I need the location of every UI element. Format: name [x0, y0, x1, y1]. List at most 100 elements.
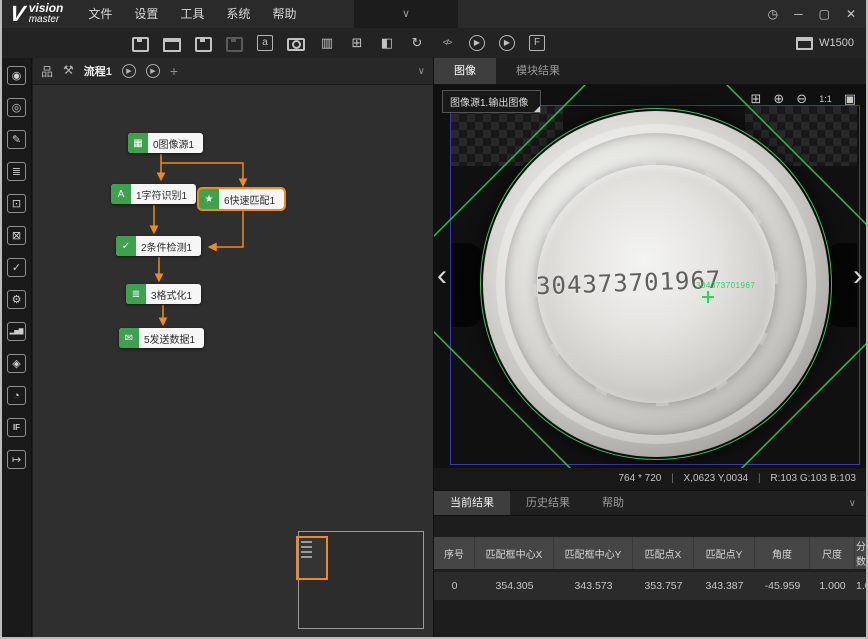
- recognition-result-overlay: 304373701967: [696, 281, 755, 290]
- save-as-icon[interactable]: [195, 37, 212, 52]
- panel-toggle-icon[interactable]: ◧: [379, 35, 395, 51]
- condition-check-icon: ✓: [116, 236, 136, 256]
- flow-node-n6[interactable]: ★ 6快速匹配1: [199, 189, 284, 209]
- column-view-icon[interactable]: ▥: [319, 35, 335, 51]
- tool-settings-icon[interactable]: ⚙: [7, 290, 26, 309]
- check-module-icon[interactable]: ✓: [7, 258, 26, 277]
- table-cell: 1.000: [810, 572, 855, 600]
- workspace-button[interactable]: W1500: [796, 28, 854, 58]
- toolbar: a ▥ ⊞ ◧ ↻ </> ▶ ▶ F W1500: [2, 28, 866, 59]
- window-controls: ◷ ─ ▢ ✕: [768, 0, 856, 28]
- tab-图像[interactable]: 图像: [434, 58, 496, 84]
- tab-模块结果[interactable]: 模块结果: [496, 58, 580, 84]
- table-cell: 343.387: [694, 572, 755, 600]
- table-cell: 354.305: [475, 572, 554, 600]
- run-once-icon[interactable]: ▶: [499, 35, 515, 51]
- menu-item[interactable]: 设置: [123, 0, 169, 28]
- layout-view-icon[interactable]: ⊞: [349, 35, 365, 51]
- close-icon[interactable]: ✕: [846, 7, 856, 21]
- flow-canvas[interactable]: ▦0图像源1 A1字符识别1★ 6快速匹配1 ✓ 2条件检测1 ≣3格式化1 ✉5发送数据1: [33, 85, 433, 637]
- zoom-out-icon[interactable]: ⊖: [796, 91, 807, 107]
- column-header: 匹配框中心X: [475, 537, 554, 569]
- fullscreen-icon[interactable]: ▣: [844, 91, 856, 107]
- one-to-one-icon[interactable]: 1:1: [819, 91, 832, 107]
- flow-tab[interactable]: 流程1: [84, 63, 112, 79]
- fast-match-icon: ★: [199, 189, 219, 209]
- app-logo: V vision master: [10, 1, 63, 27]
- image-status-bar: 764 * 720 | X,0623 Y,0034 | R:103 G:103 …: [434, 468, 866, 490]
- results-tabs: 当前结果历史结果帮助 ∨: [434, 490, 866, 516]
- timer-module-icon[interactable]: ◔: [7, 386, 26, 405]
- results-tab-帮助[interactable]: 帮助: [586, 491, 640, 515]
- titlebar: V vision master 文件设置工具系统帮助 ∨ ◷ ─ ▢ ✕: [2, 0, 866, 28]
- flow-toolbar: 品 ⚒ 流程1 ▶ ▶ + ∨: [33, 58, 433, 85]
- flow-toolbar-right: ▶ ▶ +: [122, 63, 178, 79]
- logo-v-icon: V: [8, 1, 26, 27]
- fit-view-icon[interactable]: ⊞: [750, 91, 761, 107]
- script-icon[interactable]: </>: [439, 35, 455, 51]
- image-edit-icon[interactable]: ✎: [7, 130, 26, 149]
- save-icon[interactable]: [132, 37, 149, 52]
- flow-node-n0[interactable]: ▦0图像源1: [128, 133, 203, 153]
- chart-module-icon[interactable]: ▂▅▇: [7, 322, 26, 341]
- sync-icon[interactable]: ◷: [768, 7, 778, 21]
- flow-minimap[interactable]: [298, 531, 424, 629]
- wrench-icon[interactable]: ⚒: [63, 63, 74, 80]
- flow-node-n5[interactable]: ✉5发送数据1: [119, 328, 204, 348]
- menu-item[interactable]: 帮助: [261, 0, 307, 28]
- menu-item[interactable]: 文件: [77, 0, 123, 28]
- node-label: 2条件检测1: [141, 239, 192, 254]
- camera-source-icon[interactable]: ◉: [7, 66, 26, 85]
- image-canvas[interactable]: 304373701967 304373701967 ‹ › 图像源1.输出图像 …: [434, 85, 866, 468]
- separator: |: [758, 473, 761, 484]
- menu-item[interactable]: 系统: [215, 0, 261, 28]
- camera-icon[interactable]: [287, 38, 305, 51]
- image-source-selector[interactable]: 图像源1.输出图像: [442, 90, 541, 113]
- refresh-icon[interactable]: ↻: [409, 35, 425, 51]
- run-icon[interactable]: ▶: [469, 35, 485, 51]
- table-cell: 343.573: [554, 572, 633, 600]
- save-disabled-icon[interactable]: [226, 37, 243, 52]
- column-header: 匹配框中心Y: [554, 537, 633, 569]
- if-module-icon[interactable]: IF: [7, 418, 26, 437]
- results-tab-当前结果[interactable]: 当前结果: [434, 491, 510, 515]
- flow-node-n2[interactable]: ✓ 2条件检测1: [116, 236, 201, 256]
- table-row[interactable]: 0354.305343.573353.757343.387-45.9591.00…: [434, 572, 866, 600]
- node-label: 0图像源1: [153, 136, 194, 151]
- locate-module-icon[interactable]: ⊠: [7, 226, 26, 245]
- results-tab-历史结果[interactable]: 历史结果: [510, 491, 586, 515]
- flow-node-n1[interactable]: A1字符识别1: [111, 184, 196, 204]
- open-folder-icon[interactable]: [163, 38, 181, 52]
- region-module-icon[interactable]: ⊡: [7, 194, 26, 213]
- add-flow-icon[interactable]: +: [170, 63, 178, 79]
- node-label: 6快速匹配1: [224, 192, 275, 207]
- target-calibration-icon[interactable]: ◎: [7, 98, 26, 117]
- minimap-viewport[interactable]: [296, 536, 328, 580]
- column-header: 角度: [755, 537, 810, 569]
- run-flow-icon[interactable]: ▶: [122, 64, 136, 78]
- restore-icon[interactable]: ▢: [819, 7, 830, 21]
- image-size: 764 * 720: [619, 473, 662, 484]
- flow-panel: 品 ⚒ 流程1 ▶ ▶ + ∨: [33, 58, 434, 637]
- flow-node-n3[interactable]: ≣3格式化1: [126, 284, 201, 304]
- menubar: 文件设置工具系统帮助: [77, 0, 307, 28]
- snapshot-a-icon[interactable]: a: [257, 35, 273, 51]
- results-collapse-icon[interactable]: ∨: [849, 498, 856, 509]
- table-cell: -45.959: [755, 572, 810, 600]
- minimize-icon[interactable]: ─: [794, 7, 803, 21]
- shape-module-icon[interactable]: ◈: [7, 354, 26, 373]
- flow-collapse-icon[interactable]: ∨: [418, 66, 425, 77]
- titlebar-collapse-button[interactable]: ∨: [354, 0, 458, 28]
- f-block-icon[interactable]: F: [529, 35, 545, 51]
- image-result-panel: 图像模块结果 304373701967 304373701967 ‹ › 图像源…: [434, 58, 866, 637]
- match-point-crosshair-icon: [702, 291, 714, 303]
- next-image-button[interactable]: ›: [853, 261, 863, 291]
- step-run-icon[interactable]: ▶: [146, 64, 160, 78]
- list-module-icon[interactable]: ≣: [7, 162, 26, 181]
- prev-image-button[interactable]: ‹: [437, 261, 447, 291]
- column-header: 匹配点Y: [694, 537, 755, 569]
- export-module-icon[interactable]: ↦: [7, 450, 26, 469]
- menu-item[interactable]: 工具: [169, 0, 215, 28]
- zoom-in-icon[interactable]: ⊕: [773, 91, 784, 107]
- hierarchy-icon[interactable]: 品: [41, 63, 53, 80]
